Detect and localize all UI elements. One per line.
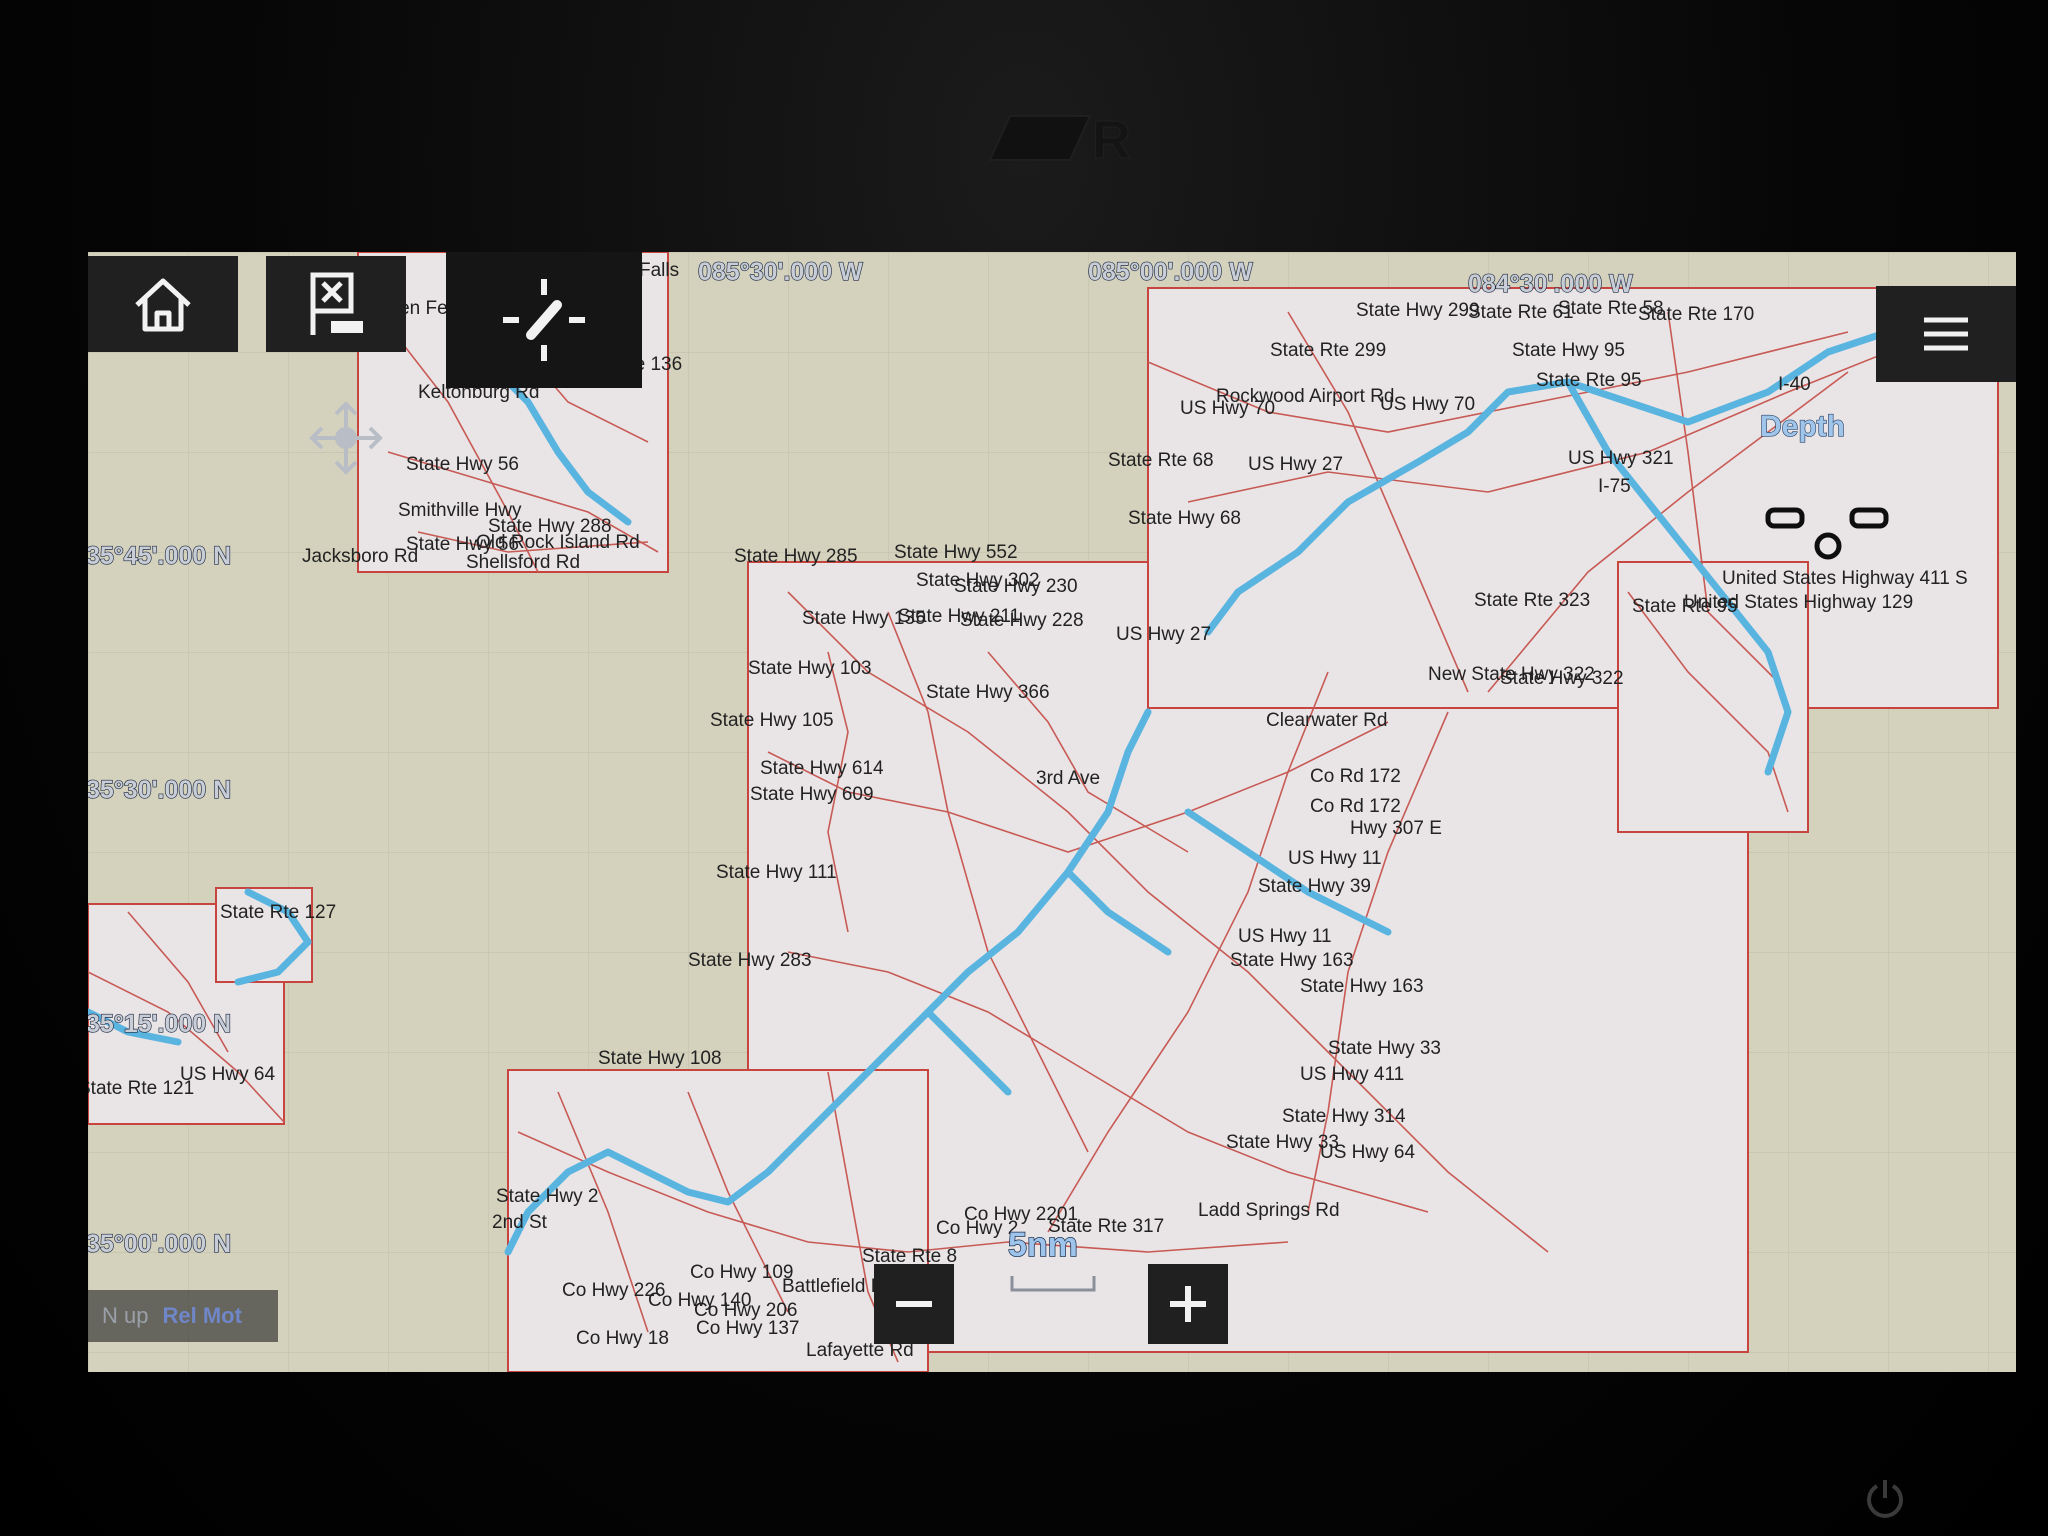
road-label: Clearwater Rd xyxy=(1266,710,1387,731)
road-label: Co Hwy 137 xyxy=(696,1318,800,1339)
chart-display[interactable]: 085°30'.000 W 085°00'.000 W 084°30'.000 … xyxy=(88,252,2016,1372)
power-icon[interactable] xyxy=(1862,1476,1908,1522)
road-label: US Hwy 64 xyxy=(1320,1142,1415,1163)
road-label: State Rte 170 xyxy=(1638,304,1754,325)
road-label: State Rte 323 xyxy=(1474,590,1590,611)
road-label: State Hwy 105 xyxy=(710,710,834,731)
road-label: US Hwy 11 xyxy=(1238,926,1332,947)
plus-icon xyxy=(1170,1286,1206,1322)
depth-label: Depth xyxy=(1760,410,1845,443)
road-label: United States Highway 411 S xyxy=(1722,568,1968,589)
latitude-label: 35°30'.000 N xyxy=(88,776,231,804)
cursor-center-button[interactable] xyxy=(446,252,642,388)
road-label: State Hwy 39 xyxy=(1258,876,1371,897)
road-label: I-75 xyxy=(1598,476,1631,497)
hamburger-menu-icon xyxy=(1924,317,1968,351)
road-label: State Hwy 56 xyxy=(406,454,519,475)
road-label: State Hwy 163 xyxy=(1230,950,1354,971)
road-label: US Hwy 321 xyxy=(1568,448,1674,469)
road-label: United States Highway 129 xyxy=(1684,592,1913,613)
road-label: State Hwy 108 xyxy=(598,1048,722,1069)
road-label: State Hwy 163 xyxy=(1300,976,1424,997)
road-label: US Hwy 70 xyxy=(1380,394,1475,415)
road-label: Shellsford Rd xyxy=(466,552,580,573)
road-label: US Hwy 27 xyxy=(1116,624,1211,645)
crosshair-icon xyxy=(503,279,585,361)
road-label: US Hwy 64 xyxy=(180,1064,275,1085)
road-label: Ladd Springs Rd xyxy=(1198,1200,1340,1221)
latitude-label: 35°00'.000 N xyxy=(88,1230,231,1258)
road-label: State Hwy 609 xyxy=(750,784,874,805)
motion-mode: Rel Mot xyxy=(162,1303,242,1328)
road-label: State Hwy 366 xyxy=(926,682,1050,703)
road-label: State Rte 299 xyxy=(1270,340,1386,361)
road-label: State Hwy 285 xyxy=(734,546,858,567)
raymarine-logo: R xyxy=(988,110,1132,168)
road-label: State Hwy 552 xyxy=(894,542,1018,563)
road-label: Jacksboro Rd xyxy=(302,546,418,567)
road-label: State Hwy 614 xyxy=(760,758,884,779)
road-label: Co Hwy 109 xyxy=(690,1262,794,1283)
zoom-out-button[interactable] xyxy=(874,1264,954,1344)
road-label: Co Hwy 18 xyxy=(576,1328,669,1349)
pan-arrows-icon[interactable] xyxy=(306,398,386,478)
road-label: State Hwy 299 xyxy=(1356,300,1480,321)
road-label: State Hwy 2 xyxy=(496,1186,598,1207)
menu-button[interactable] xyxy=(1876,286,2016,382)
road-label: US Hwy 27 xyxy=(1248,454,1343,475)
latitude-label: 35°45'.000 N xyxy=(88,542,231,570)
road-label: State Rte 127 xyxy=(220,902,336,923)
road-label: State Hwy 228 xyxy=(960,610,1084,631)
waypoint-flag-icon xyxy=(310,272,363,335)
road-label: State Hwy 314 xyxy=(1282,1106,1406,1127)
road-label: State Hwy 95 xyxy=(1512,340,1625,361)
road-label: US Hwy 70 xyxy=(1180,398,1275,419)
road-label: State Hwy 230 xyxy=(954,576,1078,597)
road-label: State Hwy 283 xyxy=(688,950,812,971)
road-label: US Hwy 411 xyxy=(1300,1064,1404,1085)
road-label: Co Hwy 2 xyxy=(936,1218,1018,1239)
longitude-label: 085°00'.000 W xyxy=(1088,258,1253,286)
zoom-in-button[interactable] xyxy=(1148,1264,1228,1344)
road-label: 3rd Ave xyxy=(1036,768,1100,789)
road-label: State Hwy 322 xyxy=(1500,668,1624,689)
road-label: 2nd St xyxy=(492,1212,548,1233)
road-label: State Hwy 33 xyxy=(1328,1038,1441,1059)
road-label: US Hwy 11 xyxy=(1288,848,1382,869)
longitude-label: 085°30'.000 W xyxy=(698,258,863,286)
road-label: State Hwy 103 xyxy=(748,658,872,679)
road-label: I-40 xyxy=(1778,374,1811,395)
waypoint-button[interactable] xyxy=(266,256,406,352)
road-label: State Rte 121 xyxy=(88,1078,194,1099)
minus-icon xyxy=(896,1301,932,1307)
road-label: Co Rd 172 xyxy=(1310,766,1401,787)
latitude-label: 35°15'.000 N xyxy=(88,1010,231,1038)
longitude-label: 084°30'.000 W xyxy=(1468,270,1633,298)
road-label: Co Rd 172 xyxy=(1310,796,1401,817)
svg-text:R: R xyxy=(1092,110,1131,168)
scale-label: 5nm xyxy=(1008,1226,1078,1264)
road-label: State Rte 68 xyxy=(1108,450,1214,471)
road-label: State Hwy 111 xyxy=(716,862,837,883)
road-label: Hwy 307 E xyxy=(1350,818,1442,839)
road-label: State Hwy 68 xyxy=(1128,508,1241,529)
home-button[interactable] xyxy=(88,256,238,352)
home-icon xyxy=(135,278,191,332)
orientation-mode: N up xyxy=(102,1303,149,1328)
orientation-mode-indicator[interactable]: N up Rel Mot xyxy=(88,1290,278,1342)
road-label: State Rte 95 xyxy=(1536,370,1642,391)
